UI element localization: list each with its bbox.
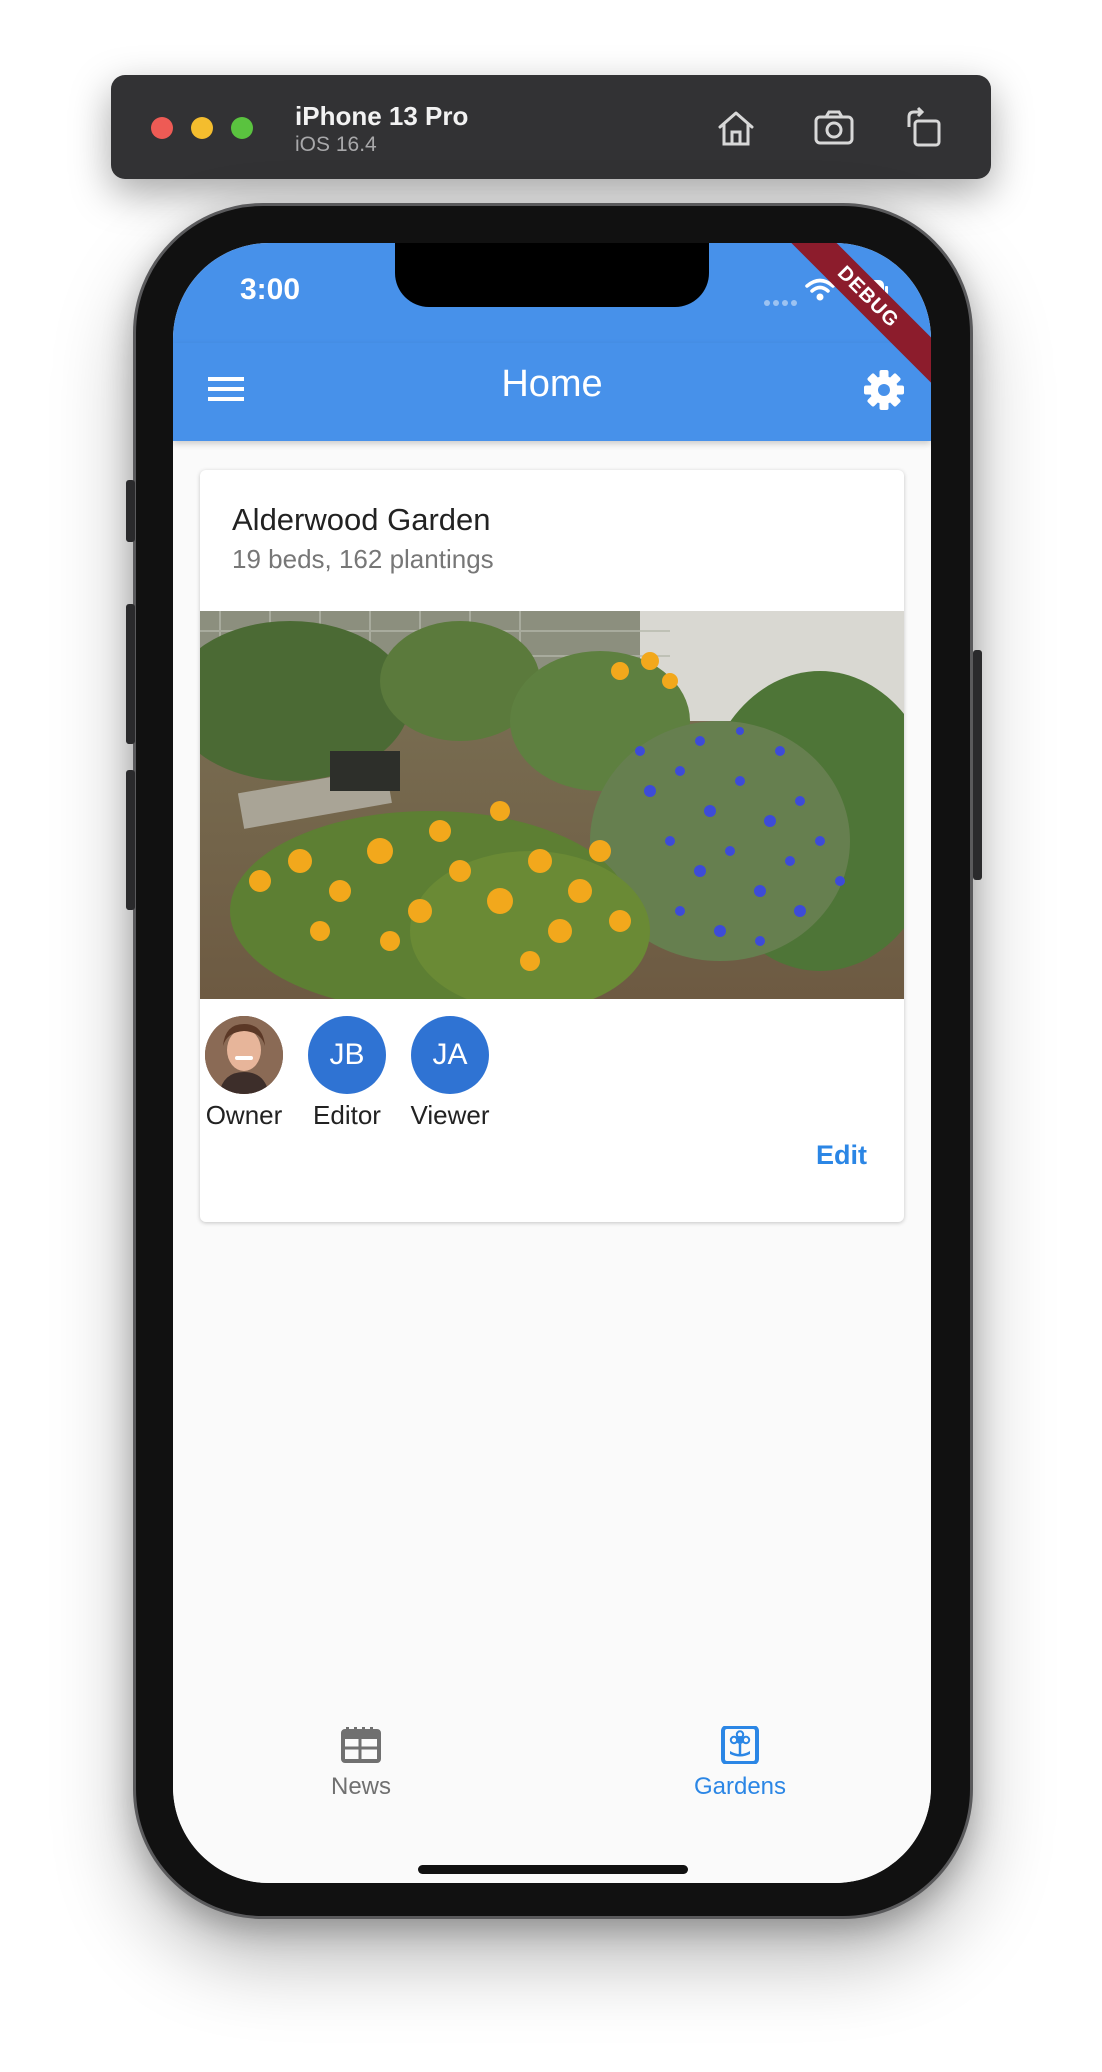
close-window-button[interactable] (151, 117, 173, 139)
home-icon[interactable] (713, 105, 759, 151)
phone-screen: 3:00 DEBUG Home Alderwood Garden 19 beds… (173, 243, 931, 1883)
avatar: JA (411, 1016, 489, 1094)
screenshot-icon[interactable] (811, 105, 857, 151)
member-owner[interactable]: Owner (202, 1016, 286, 1131)
mute-switch (126, 480, 135, 542)
avatar: JB (308, 1016, 386, 1094)
gear-icon[interactable] (863, 369, 905, 411)
page-title: Home (501, 363, 603, 405)
status-time: 3:00 (240, 273, 301, 306)
nav-item-gardens[interactable]: Gardens (640, 1725, 840, 1801)
volume-down-button (126, 770, 135, 910)
device-name: iPhone 13 Pro (295, 101, 469, 131)
garden-name: Alderwood Garden (232, 502, 491, 537)
volume-up-button (126, 604, 135, 744)
minimize-window-button[interactable] (191, 117, 213, 139)
rotate-icon[interactable] (901, 105, 947, 151)
member-editor[interactable]: JB Editor (305, 1016, 389, 1131)
newspaper-icon (341, 1727, 381, 1763)
nav-label-gardens: Gardens (693, 1773, 787, 1800)
garden-card[interactable]: Alderwood Garden 19 beds, 162 plantings (200, 470, 904, 1222)
garden-photo (200, 611, 904, 999)
bottom-nav: News Gardens (173, 1708, 931, 1883)
avatar (205, 1016, 283, 1094)
member-role: Editor (313, 1100, 381, 1130)
member-role: Owner (205, 1100, 283, 1130)
edit-button[interactable]: Edit (816, 1140, 867, 1171)
owner-photo (205, 1016, 283, 1094)
home-indicator[interactable] (418, 1865, 688, 1874)
os-version: iOS 16.4 (295, 133, 377, 156)
garden-summary: 19 beds, 162 plantings (232, 544, 494, 574)
member-role: Viewer (410, 1100, 490, 1130)
member-viewer[interactable]: JA Viewer (408, 1016, 492, 1131)
power-button (973, 650, 982, 880)
signal-icon (763, 295, 797, 313)
simulator-toolbar: iPhone 13 Pro iOS 16.4 (111, 75, 991, 179)
zoom-window-button[interactable] (231, 117, 253, 139)
notch (395, 243, 709, 307)
nav-label-news: News (330, 1773, 391, 1800)
nav-item-news[interactable]: News (261, 1726, 461, 1801)
garden-icon (721, 1725, 759, 1765)
